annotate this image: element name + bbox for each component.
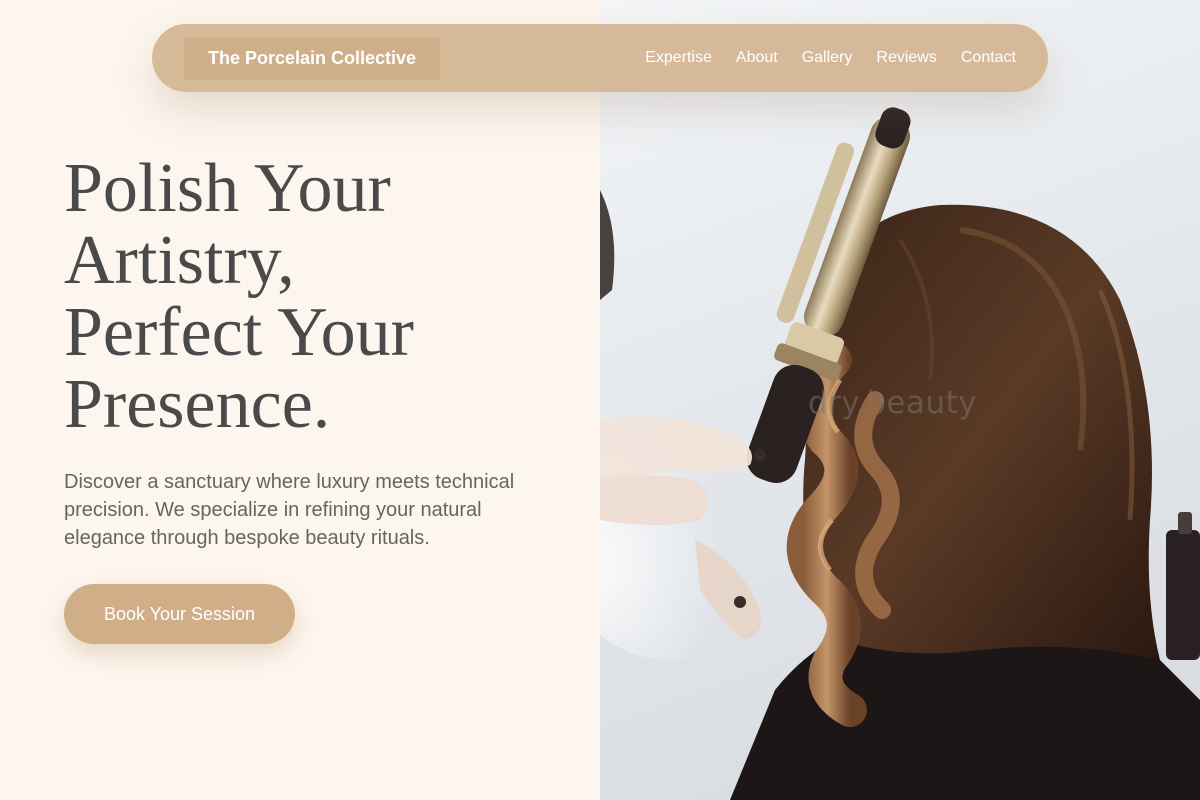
nav-links: Expertise About Gallery Reviews Contact: [645, 49, 1016, 67]
nav-link-expertise[interactable]: Expertise: [645, 49, 712, 67]
brand-logo[interactable]: The Porcelain Collective: [184, 36, 441, 80]
nav-link-gallery[interactable]: Gallery: [802, 49, 853, 67]
hero-title: Polish Your Artistry, Perfect Your Prese…: [64, 153, 544, 441]
hero-title-line: Presence.: [64, 366, 331, 443]
nav-link-about[interactable]: About: [736, 49, 778, 67]
hero-title-line: Perfect Your: [64, 294, 414, 371]
book-session-button[interactable]: Book Your Session: [64, 584, 295, 644]
top-navigation: The Porcelain Collective Expertise About…: [152, 24, 1048, 92]
hero-title-line: Artistry,: [64, 222, 295, 299]
hero-subtitle: Discover a sanctuary where luxury meets …: [64, 471, 515, 549]
photo-watermark: dry.beauty: [808, 385, 978, 421]
nav-link-contact[interactable]: Contact: [961, 49, 1016, 67]
hero-title-line: Polish Your: [64, 150, 391, 227]
nav-link-reviews[interactable]: Reviews: [876, 49, 936, 67]
